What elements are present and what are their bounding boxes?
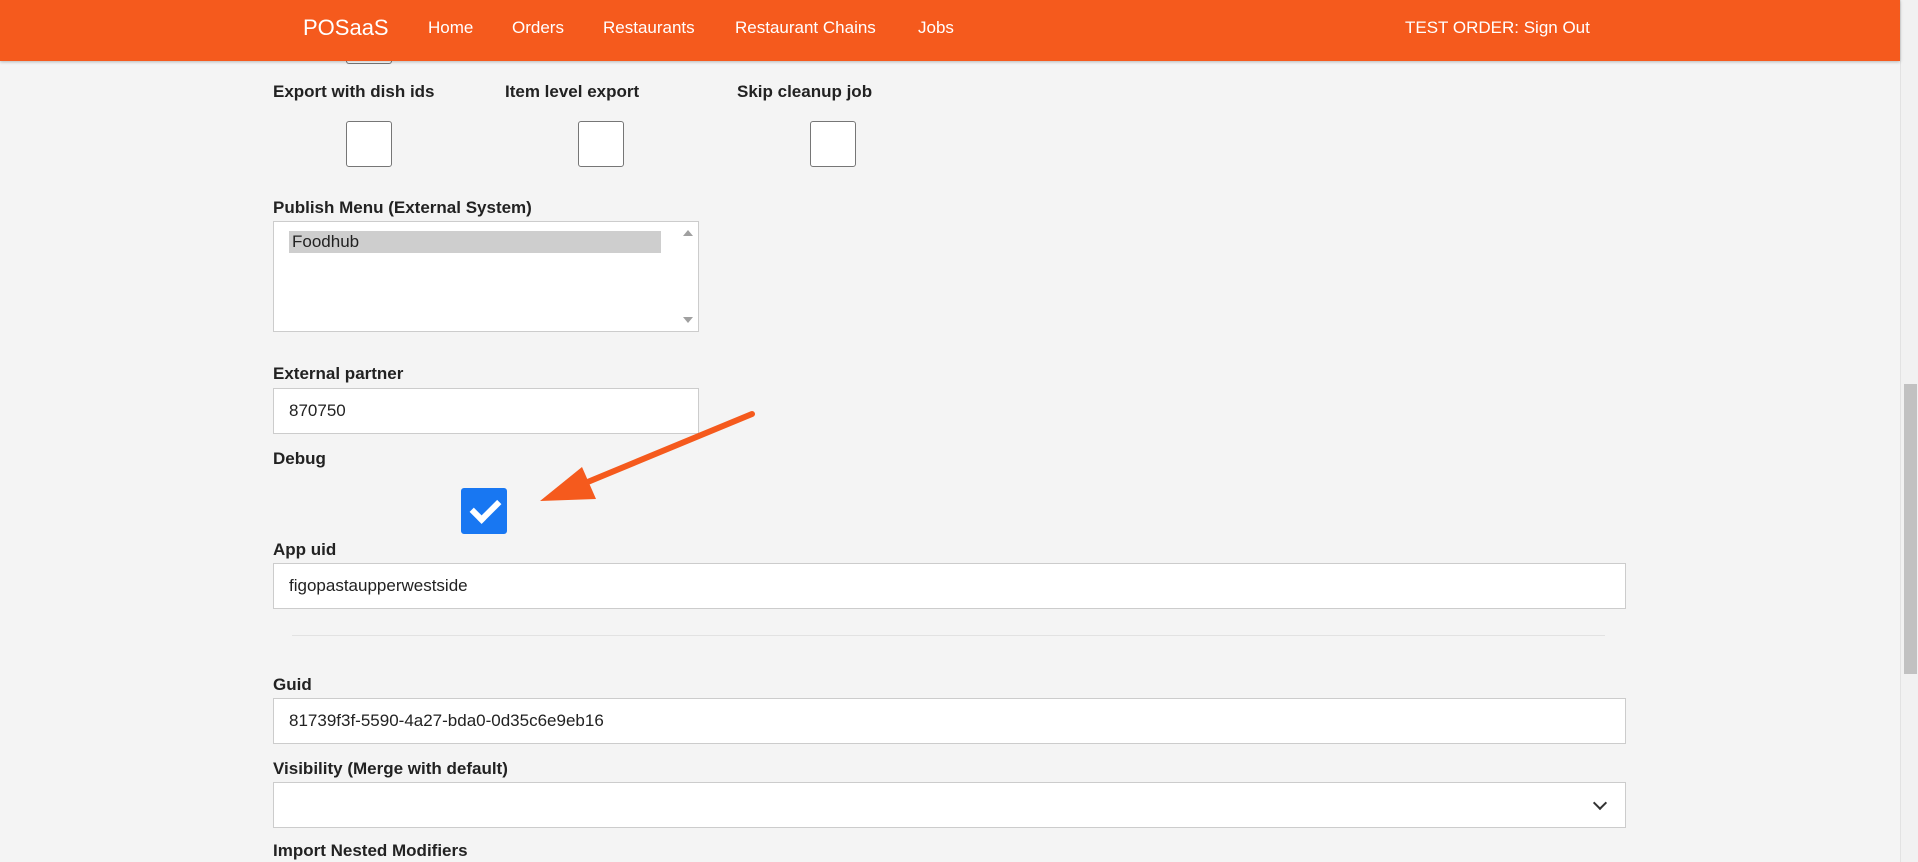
publish-menu-listbox[interactable]: Foodhub: [273, 221, 699, 332]
import-nested-modifiers-label: Import Nested Modifiers: [273, 841, 468, 860]
app-uid-input[interactable]: figopastaupperwestside: [273, 563, 1626, 609]
guid-input[interactable]: 81739f3f-5590-4a27-bda0-0d35c6e9eb16: [273, 698, 1626, 744]
arrow-icon: [540, 411, 755, 501]
section-divider: [292, 635, 1605, 636]
publish-menu-label: Publish Menu (External System): [273, 198, 532, 217]
brand-logo[interactable]: POSaaS: [303, 0, 389, 55]
item-level-export-checkbox[interactable]: [578, 121, 624, 167]
item-level-export-label: Item level export: [505, 82, 640, 101]
external-partner-label: External partner: [273, 364, 404, 383]
guid-label: Guid: [273, 675, 312, 694]
visibility-select[interactable]: [273, 782, 1626, 828]
export-with-dish-ids-label: Export with dish ids: [273, 82, 435, 101]
nav-link-restaurant-chains[interactable]: Restaurant Chains: [735, 0, 876, 55]
skip-cleanup-job-label: Skip cleanup job: [737, 82, 873, 101]
publish-menu-option-foodhub[interactable]: Foodhub: [289, 231, 661, 253]
top-navbar: POSaaS Home Orders Restaurants Restauran…: [0, 0, 1900, 61]
nav-link-jobs[interactable]: Jobs: [918, 0, 954, 55]
debug-checkbox[interactable]: [461, 488, 507, 534]
nav-link-restaurants[interactable]: Restaurants: [603, 0, 695, 55]
scrollbar-thumb[interactable]: [1904, 384, 1917, 674]
app-uid-label: App uid: [273, 540, 337, 559]
scroll-up-icon[interactable]: [683, 230, 693, 236]
export-with-dish-ids-checkbox[interactable]: [346, 121, 392, 167]
sign-out-link[interactable]: TEST ORDER: Sign Out: [1405, 0, 1590, 55]
nav-link-orders[interactable]: Orders: [512, 0, 564, 55]
scroll-down-icon[interactable]: [683, 317, 693, 323]
debug-label: Debug: [273, 449, 326, 468]
chevron-down-icon: [1592, 795, 1608, 811]
nav-link-home[interactable]: Home: [428, 0, 473, 55]
skip-cleanup-job-checkbox[interactable]: [810, 121, 856, 167]
visibility-label: Visibility (Merge with default): [273, 759, 508, 778]
page-scrollbar[interactable]: [1900, 0, 1918, 862]
